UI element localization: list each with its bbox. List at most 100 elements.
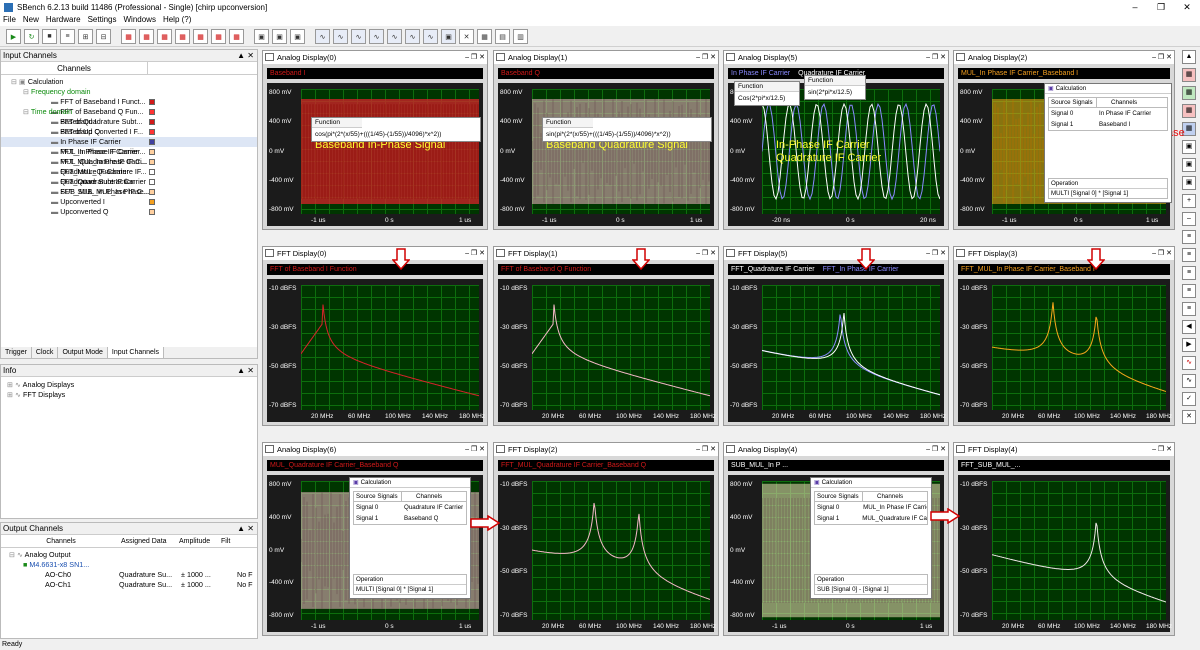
signal-row[interactable]: Signal 1 Baseband Q <box>354 513 466 524</box>
restore-button[interactable]: ❐ <box>1148 0 1174 14</box>
zoom-out-icon[interactable]: – <box>1182 212 1196 226</box>
channel-item[interactable]: ▬ Baseband Q <box>1 127 257 137</box>
window-buttons[interactable]: – ❐ ✕ <box>1152 51 1172 64</box>
window-buttons[interactable]: – ❐ ✕ <box>696 247 716 260</box>
signal-row[interactable]: Signal 0 MUL_In Phase IF Carrie <box>815 502 927 513</box>
report-icon[interactable]: ▦ <box>211 29 226 44</box>
cursor-icon[interactable]: ∿ <box>405 29 420 44</box>
plot-area[interactable]: 800 mV400 mV0 mV-400 mV-800 mV-20 ns0 s2… <box>728 75 944 226</box>
menu-settings[interactable]: Settings <box>88 14 117 26</box>
tree-node-device[interactable]: ■ M4.6631-x8 SN1... <box>1 560 257 570</box>
channel-color-swatch[interactable] <box>149 119 155 125</box>
calc-icon[interactable]: ⊞ <box>78 29 93 44</box>
grid-red2-icon[interactable]: ▦ <box>1182 104 1196 118</box>
window-buttons[interactable]: – ❐ ✕ <box>465 443 485 456</box>
tab-clock[interactable]: Clock <box>32 347 59 358</box>
cascade-icon[interactable]: ▣ <box>441 29 456 44</box>
function-editor[interactable]: Function sin(pi*(2*(x/55)+(((1/45)-(1/55)… <box>542 117 712 142</box>
layout3-icon[interactable]: ▣ <box>1182 176 1196 190</box>
scale-icon[interactable]: ≡ <box>1182 302 1196 316</box>
window-titlebar[interactable]: FFT Display(0) – ❐ ✕ <box>263 247 487 260</box>
run-icon[interactable]: ▶ <box>6 29 21 44</box>
operation-box[interactable]: Operation MULTI [Signal 0] * [Signal 1] <box>353 574 467 595</box>
plot-area[interactable]: 800 mV 400 mV 0 mV -400 mV -800 mV -1 us 0 s 1 … <box>958 83 1185 226</box>
window-titlebar[interactable]: Analog Display(0) – ❐ ✕ <box>263 51 487 64</box>
channel-color-swatch[interactable] <box>149 179 155 185</box>
store-icon[interactable]: ▣ <box>272 29 287 44</box>
fft-display-icon[interactable]: ∿ <box>351 29 366 44</box>
tree-node-frequency-domain[interactable]: ⊟ Frequency domain <box>1 87 257 97</box>
calculation-dialog[interactable]: ▣ Calculation Source Signals Channels Signa… <box>349 477 471 599</box>
window-buttons[interactable]: – ❐ ✕ <box>1152 247 1172 260</box>
signal-row[interactable]: Signal 1 Baseband I <box>1049 119 1167 130</box>
fft5-window[interactable]: FFT Display(5) – ❐ ✕ FFT_Quadrature IF Car… <box>723 246 949 426</box>
delete-icon[interactable]: ✕ <box>1182 410 1196 424</box>
window-titlebar[interactable]: FFT Display(5) – ❐ ✕ <box>724 247 948 260</box>
signal-row[interactable]: Signal 1 MUL_Quadrature IF Carr <box>815 513 927 524</box>
channel-color-swatch[interactable] <box>149 149 155 155</box>
window-buttons[interactable]: – ❐ ✕ <box>696 51 716 64</box>
tile-vertical-icon[interactable]: ▥ <box>513 29 528 44</box>
wave-icon[interactable]: ∿ <box>1182 356 1196 370</box>
grid-green-icon[interactable]: ▦ <box>1182 86 1196 100</box>
window-buttons[interactable]: – ❐ ✕ <box>696 443 716 456</box>
window-buttons[interactable]: – ❐ ✕ <box>926 247 946 260</box>
function-expression[interactable]: Cos(2*pi*x/12.5) <box>735 92 799 105</box>
window-buttons[interactable]: – ❐ ✕ <box>1152 443 1172 456</box>
operation-expression[interactable]: MULTI [Signal 0] * [Signal 1] <box>1049 189 1167 198</box>
channel-color-swatch[interactable] <box>149 159 155 165</box>
tile-icon[interactable]: ▦ <box>477 29 492 44</box>
digital-display-icon[interactable]: ∿ <box>333 29 348 44</box>
scroll-left-icon[interactable]: ◀ <box>1182 320 1196 334</box>
plot-area[interactable]: -10 dBFS -30 dBFS -50 dBFS -70 dBFS 20 MHz 60… <box>498 475 716 632</box>
signal-row[interactable]: Signal 0 Quadrature IF Carrier <box>354 502 466 513</box>
output-row-ch0[interactable]: AO-Ch0 Quadrature Su... ± 1000 ... No F <box>1 570 257 580</box>
tree-node-time-domain[interactable]: ⊟ Time domain <box>1 107 257 117</box>
channel-item[interactable]: ▬ Baseband I <box>1 117 257 127</box>
tile-horizontal-icon[interactable]: ▤ <box>495 29 510 44</box>
ad2-window[interactable]: Analog Display(2) – ❐ ✕ MUL_In Phase IF Ca… <box>953 50 1185 230</box>
cursor-b-icon[interactable]: ≡ <box>1182 266 1196 280</box>
scroll-right-icon[interactable]: ▶ <box>1182 338 1196 352</box>
function-expression[interactable]: sin(2*pi*x/12.5) <box>805 86 865 99</box>
window-buttons[interactable]: – ❐ ✕ <box>465 247 485 260</box>
channel-item[interactable]: ▬ MUL_Quadrature IF Carri... <box>1 157 257 167</box>
panel-pin-icon[interactable]: ▲ ✕ <box>237 523 257 534</box>
fft4-window[interactable]: FFT Display(4) – ❐ ✕ FFT_SUB_MUL_... -10 dB… <box>953 442 1175 636</box>
info-fft-displays[interactable]: ⊞ ∿ FFT Displays <box>1 390 257 400</box>
plot-area[interactable]: -10 dBFS -30 dBFS -50 dBFS -70 dBFS 20 MHz 60… <box>728 279 946 422</box>
signal-row[interactable]: Signal 0 In Phase IF Carrier <box>1049 108 1167 119</box>
fft0-window[interactable]: FFT Display(0) – ❐ ✕ FFT of Baseband I Fun… <box>262 246 488 426</box>
ad6-window[interactable]: Analog Display(6) – ❐ ✕ MUL_Quadrature IF … <box>262 442 488 636</box>
window-titlebar[interactable]: FFT Display(3) – ❐ ✕ <box>954 247 1174 260</box>
import-icon[interactable]: ▦ <box>139 29 154 44</box>
close-button[interactable]: ✕ <box>1174 0 1200 14</box>
window-titlebar[interactable]: FFT Display(2) – ❐ ✕ <box>494 443 718 456</box>
channel-item[interactable]: ▬ Quadrature Subtraction <box>1 177 257 187</box>
tree-node-calculation[interactable]: ⊟ ▣ Calculation <box>1 77 257 87</box>
stop-icon[interactable]: ■ <box>42 29 57 44</box>
wave2-icon[interactable]: ∿ <box>1182 374 1196 388</box>
analog-display-icon[interactable]: ∿ <box>315 29 330 44</box>
channel-item[interactable]: ▬ Upconverted Q <box>1 207 257 217</box>
menu-help[interactable]: Help (?) <box>163 14 191 26</box>
ad1-window[interactable]: Analog Display(1) – ❐ ✕ Baseband Q 800 mV 40… <box>493 50 719 230</box>
continuous-icon[interactable]: ↻ <box>24 29 39 44</box>
menu-file[interactable]: File <box>3 14 16 26</box>
cursor-a-icon[interactable]: ≡ <box>1182 248 1196 262</box>
panel-pin-icon[interactable]: ▲ ✕ <box>237 365 257 376</box>
load-icon[interactable]: ▣ <box>254 29 269 44</box>
ad4-window[interactable]: Analog Display(4) – ❐ ✕ SUB_MUL_In P ... 80… <box>723 442 949 636</box>
channel-item[interactable]: ▬ MUL_In Phase IF Carrier... <box>1 147 257 157</box>
plot-area[interactable]: 800 mV 400 mV 0 mV -400 mV -800 mV -1 us 0 s 1 … <box>267 475 483 632</box>
window-buttons[interactable]: – ❐ ✕ <box>926 443 946 456</box>
fft2-window[interactable]: FFT Display(2) – ❐ ✕ FFT_MUL_Quadrature IF… <box>493 442 719 636</box>
channel-item[interactable]: ▬ In Phase IF Carrier <box>1 137 257 147</box>
monitor-icon[interactable]: ⊟ <box>96 29 111 44</box>
plot-area[interactable]: -10 dBFS -30 dBFS -50 dBFS -70 dBFS 20 MHz 60… <box>267 279 485 422</box>
plot-area[interactable]: -10 dBFS -30 dBFS -50 dBFS -70 dBFS 20 MHz 60… <box>958 475 1172 632</box>
menu-hardware[interactable]: Hardware <box>46 14 81 26</box>
operation-box[interactable]: Operation SUB [Signal 0] - [Signal 1] <box>814 574 928 595</box>
tree-node-analog-output[interactable]: ⊟ ∿ Analog Output <box>1 550 257 560</box>
function-editor-b[interactable]: Function sin(2*pi*x/12.5) <box>804 75 866 100</box>
